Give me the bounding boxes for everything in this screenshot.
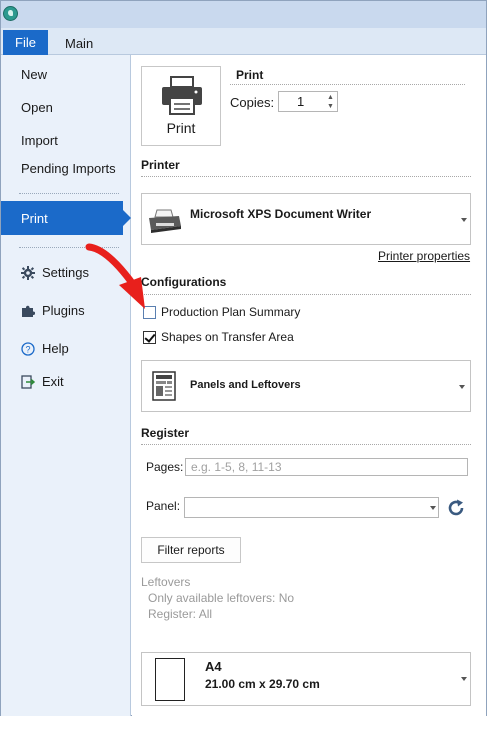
svg-text:?: ? xyxy=(25,344,30,354)
sidebar-item-label: Import xyxy=(21,133,58,148)
stepper-down-icon[interactable]: ▼ xyxy=(326,102,335,111)
paper-name: A4 xyxy=(205,659,222,674)
panel-label: Panel: xyxy=(146,499,181,513)
pages-label: Pages: xyxy=(146,460,184,474)
sidebar-item-new[interactable]: New xyxy=(21,67,47,82)
gear-icon xyxy=(21,265,35,280)
panel-select[interactable] xyxy=(184,497,439,518)
ribbon-tab-bar: File Main xyxy=(1,28,486,55)
print-panel: Print Print Copies: 1 ▲ ▼ Printer Micros… xyxy=(132,55,486,716)
app-logo-icon xyxy=(3,6,18,21)
report-type-select[interactable]: Panels and Leftovers xyxy=(141,360,471,412)
leftovers-register: Register: All xyxy=(148,607,213,621)
tab-main[interactable]: Main xyxy=(59,32,99,54)
sidebar-item-plugins[interactable]: Plugins xyxy=(21,303,85,318)
leftovers-availability: Only available leftovers: No xyxy=(148,591,295,605)
sidebar-item-help[interactable]: ? Help xyxy=(21,341,69,356)
sidebar-divider xyxy=(19,193,119,194)
production-plan-summary-label: Production Plan Summary xyxy=(161,305,301,319)
paper-dimensions: 21.00 cm x 29.70 cm xyxy=(205,677,320,691)
leftovers-heading: Leftovers xyxy=(141,575,191,589)
configurations-section-title: Configurations xyxy=(141,275,227,289)
printer-section-title: Printer xyxy=(141,158,180,172)
register-section-title: Register xyxy=(141,426,190,440)
app-window: File Main New Open Import Pending Import… xyxy=(0,0,487,716)
backstage-sidebar: New Open Import Pending Imports Print Se… xyxy=(1,55,131,716)
sidebar-item-pending-imports[interactable]: Pending Imports xyxy=(21,161,116,176)
sidebar-item-settings[interactable]: Settings xyxy=(21,265,89,280)
section-divider xyxy=(141,176,471,177)
sidebar-item-label: Help xyxy=(42,341,69,356)
copies-stepper[interactable]: 1 ▲ ▼ xyxy=(278,91,338,112)
copies-label: Copies: xyxy=(230,95,275,110)
print-button-label: Print xyxy=(166,120,196,136)
chevron-down-icon xyxy=(461,218,467,222)
stepper-up-icon[interactable]: ▲ xyxy=(326,93,335,102)
section-divider xyxy=(141,444,471,445)
printer-device-icon xyxy=(147,208,183,234)
production-plan-summary-checkbox[interactable] xyxy=(143,306,156,319)
filter-reports-button[interactable]: Filter reports xyxy=(141,537,241,563)
copies-value: 1 xyxy=(297,94,305,109)
pages-input[interactable] xyxy=(185,458,468,476)
section-divider xyxy=(141,294,471,295)
report-document-icon xyxy=(152,371,176,401)
sidebar-item-label: New xyxy=(21,67,48,82)
help-question-icon: ? xyxy=(21,341,35,356)
print-button[interactable]: Print xyxy=(141,66,221,146)
sidebar-item-exit[interactable]: Exit xyxy=(21,374,64,389)
print-section-title: Print xyxy=(236,68,264,82)
shapes-on-transfer-area-label: Shapes on Transfer Area xyxy=(161,330,294,344)
paper-page-icon xyxy=(155,658,185,701)
paper-size-select[interactable]: A4 21.00 cm x 29.70 cm xyxy=(141,652,471,706)
chevron-down-icon xyxy=(459,385,465,389)
sidebar-item-print[interactable]: Print xyxy=(1,201,131,235)
exit-door-icon xyxy=(21,374,36,389)
printer-icon xyxy=(160,76,204,116)
sidebar-item-label: Settings xyxy=(42,265,89,280)
puzzle-piece-icon xyxy=(21,304,36,318)
sidebar-divider xyxy=(19,247,119,248)
sidebar-item-label: Plugins xyxy=(42,303,85,318)
sidebar-item-open[interactable]: Open xyxy=(21,100,53,115)
chevron-down-icon xyxy=(461,677,467,681)
refresh-icon[interactable] xyxy=(446,498,466,518)
sidebar-item-label: Pending Imports xyxy=(21,161,116,176)
printer-select[interactable]: Microsoft XPS Document Writer xyxy=(141,193,471,245)
sidebar-item-label: Open xyxy=(21,100,53,115)
title-bar xyxy=(1,1,486,28)
report-type-value: Panels and Leftovers xyxy=(190,379,301,391)
tab-file[interactable]: File xyxy=(3,30,48,55)
sidebar-item-label: Print xyxy=(21,210,48,226)
chevron-down-icon xyxy=(430,506,436,510)
printer-properties-link[interactable]: Printer properties xyxy=(378,249,470,263)
shapes-on-transfer-area-checkbox[interactable] xyxy=(143,331,156,344)
section-divider xyxy=(230,84,465,85)
sidebar-item-label: Exit xyxy=(42,374,64,389)
sidebar-item-import[interactable]: Import xyxy=(21,133,58,148)
printer-name: Microsoft XPS Document Writer xyxy=(190,207,372,221)
